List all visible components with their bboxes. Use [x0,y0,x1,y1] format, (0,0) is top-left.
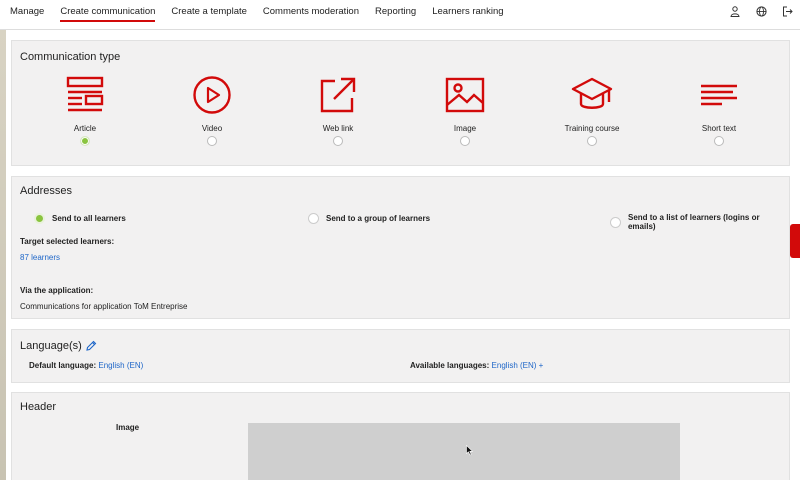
send-list-radio[interactable] [610,216,621,228]
send-all-radio[interactable] [34,213,45,224]
type-short-text-radio[interactable] [714,136,724,146]
languages-title: Language(s) [20,340,82,352]
via-application-value: Communications for application ToM Entre… [20,302,188,311]
default-language-row: Default language: English (EN) [29,361,143,370]
default-language-label: Default language: [29,361,97,370]
type-article-label: Article [73,124,97,133]
send-group-option[interactable]: Send to a group of learners [308,213,430,224]
image-label: Image [116,423,140,432]
top-navigation: Manage Create communication Create a tem… [0,0,800,30]
type-article-radio[interactable] [80,136,90,146]
header-panel: Header Image [11,392,790,480]
type-short-text-label: Short text [701,124,737,133]
available-languages-value[interactable]: English (EN) + [492,361,544,370]
type-training-course-radio[interactable] [587,136,597,146]
via-application-label: Via the application: [20,286,94,295]
nav-manage[interactable]: Manage [0,0,52,30]
send-list-label: Send to a list of learners (logins or em… [627,213,760,231]
video-icon [162,75,262,115]
nav-create-communication[interactable]: Create communication [52,0,163,30]
send-list-option[interactable]: Send to a list of learners (logins or em… [610,213,789,231]
page-edge [0,30,6,480]
type-video-label: Video [201,124,223,133]
image-icon [415,75,515,115]
type-article[interactable]: Article [35,75,135,146]
target-learners-link[interactable]: 87 learners [20,253,60,262]
type-video-radio[interactable] [207,136,217,146]
type-video[interactable]: Video [162,75,262,146]
send-all-label: Send to all learners [52,214,126,223]
communication-type-panel: Communication type Article Video Web lin… [11,40,790,166]
communication-type-options: Article Video Web link Image Training co… [32,75,792,155]
type-image[interactable]: Image [415,75,515,146]
type-training-course[interactable]: Training course [542,75,642,146]
available-languages-row: Available languages: English (EN) + [410,361,543,370]
addresses-title: Addresses [20,185,72,197]
globe-icon[interactable] [754,4,768,18]
type-web-link[interactable]: Web link [288,75,388,146]
logout-icon[interactable] [780,4,794,18]
type-image-label: Image [453,124,477,133]
mouse-cursor-icon [466,443,474,461]
training-course-icon [542,75,642,115]
type-web-link-radio[interactable] [333,136,343,146]
header-title: Header [20,401,57,413]
user-icon[interactable] [728,4,742,18]
default-language-value[interactable]: English (EN) [98,361,143,370]
type-short-text[interactable]: Short text [669,75,769,146]
send-group-radio[interactable] [308,213,319,224]
send-all-option[interactable]: Send to all learners [34,213,126,224]
article-icon [35,75,135,115]
nav-learners-ranking[interactable]: Learners ranking [424,0,511,30]
web-link-icon [288,75,388,115]
type-image-radio[interactable] [460,136,470,146]
header-image-dropzone[interactable] [248,423,680,480]
target-learners-label: Target selected learners: [20,237,115,246]
addresses-panel: Addresses Send to all learners Send to a… [11,176,790,319]
available-languages-label: Available languages: [410,361,490,370]
communication-type-title: Communication type [20,51,121,63]
nav-reporting[interactable]: Reporting [367,0,424,30]
type-web-link-label: Web link [322,124,354,133]
short-text-icon [669,75,769,115]
feedback-side-tab[interactable] [790,224,800,258]
nav-comments-moderation[interactable]: Comments moderation [255,0,367,30]
edit-languages-icon[interactable] [85,339,97,351]
type-training-course-label: Training course [564,124,620,133]
send-group-label: Send to a group of learners [326,214,431,223]
nav-create-template[interactable]: Create a template [163,0,255,30]
languages-panel: Language(s) Default language: English (E… [11,329,790,383]
